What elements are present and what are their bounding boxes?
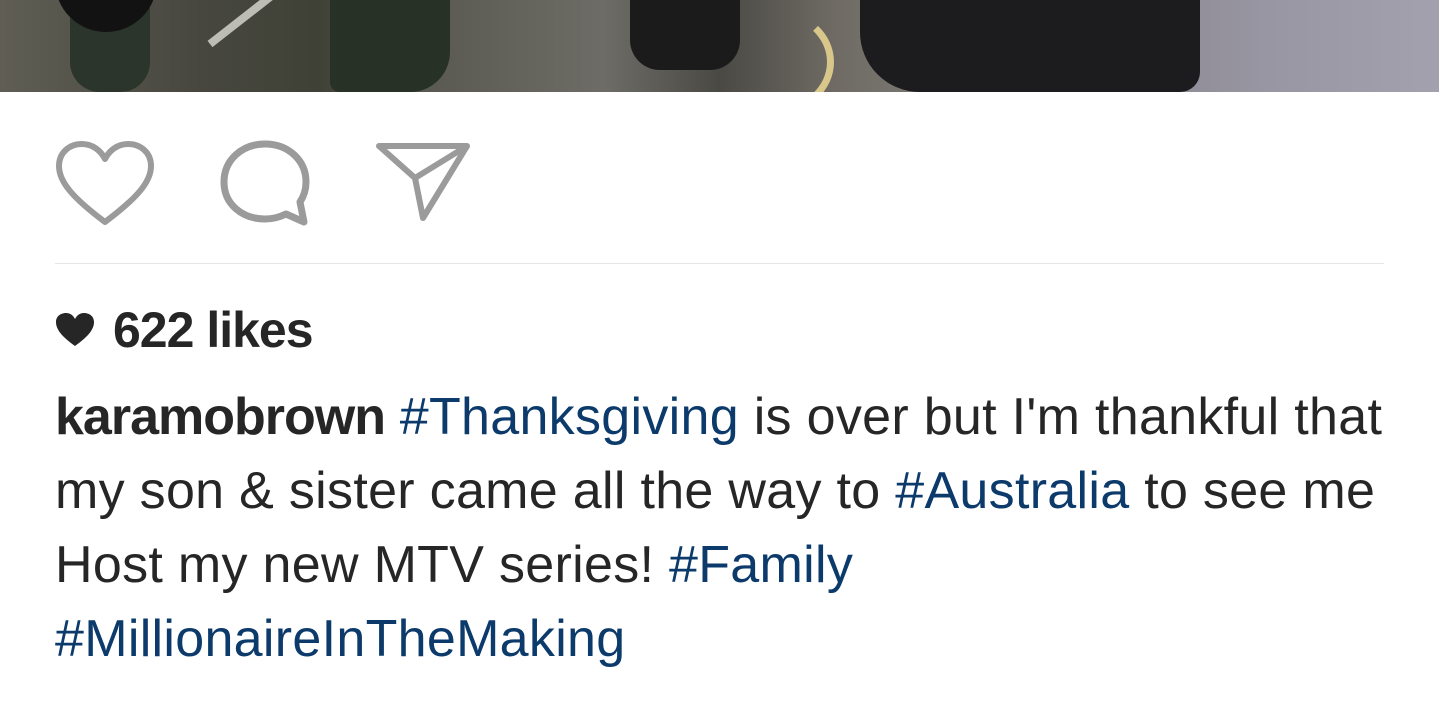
divider bbox=[55, 263, 1384, 264]
like-button[interactable] bbox=[55, 135, 155, 230]
comment-bubble-icon bbox=[220, 140, 310, 225]
post-action-bar bbox=[55, 135, 495, 230]
photo-detail bbox=[330, 0, 450, 92]
send-paper-plane-icon bbox=[376, 142, 470, 221]
hashtag-link[interactable]: #Family bbox=[669, 536, 853, 594]
post-caption: karamobrown #Thanksgiving is over but I'… bbox=[55, 380, 1395, 676]
hashtag-link[interactable]: #Thanksgiving bbox=[400, 388, 739, 446]
heart-outline-icon bbox=[56, 140, 154, 225]
username-link[interactable]: karamobrown bbox=[55, 388, 386, 446]
likes-summary[interactable]: 622 likes bbox=[55, 300, 314, 360]
photo-detail bbox=[207, 0, 323, 48]
hashtag-link[interactable]: #Australia bbox=[895, 462, 1129, 520]
comment-button[interactable] bbox=[215, 135, 315, 230]
likes-count: 622 likes bbox=[113, 302, 314, 358]
post-photo[interactable] bbox=[0, 0, 1439, 92]
share-button[interactable] bbox=[373, 135, 473, 230]
photo-detail bbox=[860, 0, 1200, 92]
hashtag-link[interactable]: #MillionaireInTheMaking bbox=[55, 610, 626, 668]
heart-filled-icon bbox=[55, 310, 95, 350]
